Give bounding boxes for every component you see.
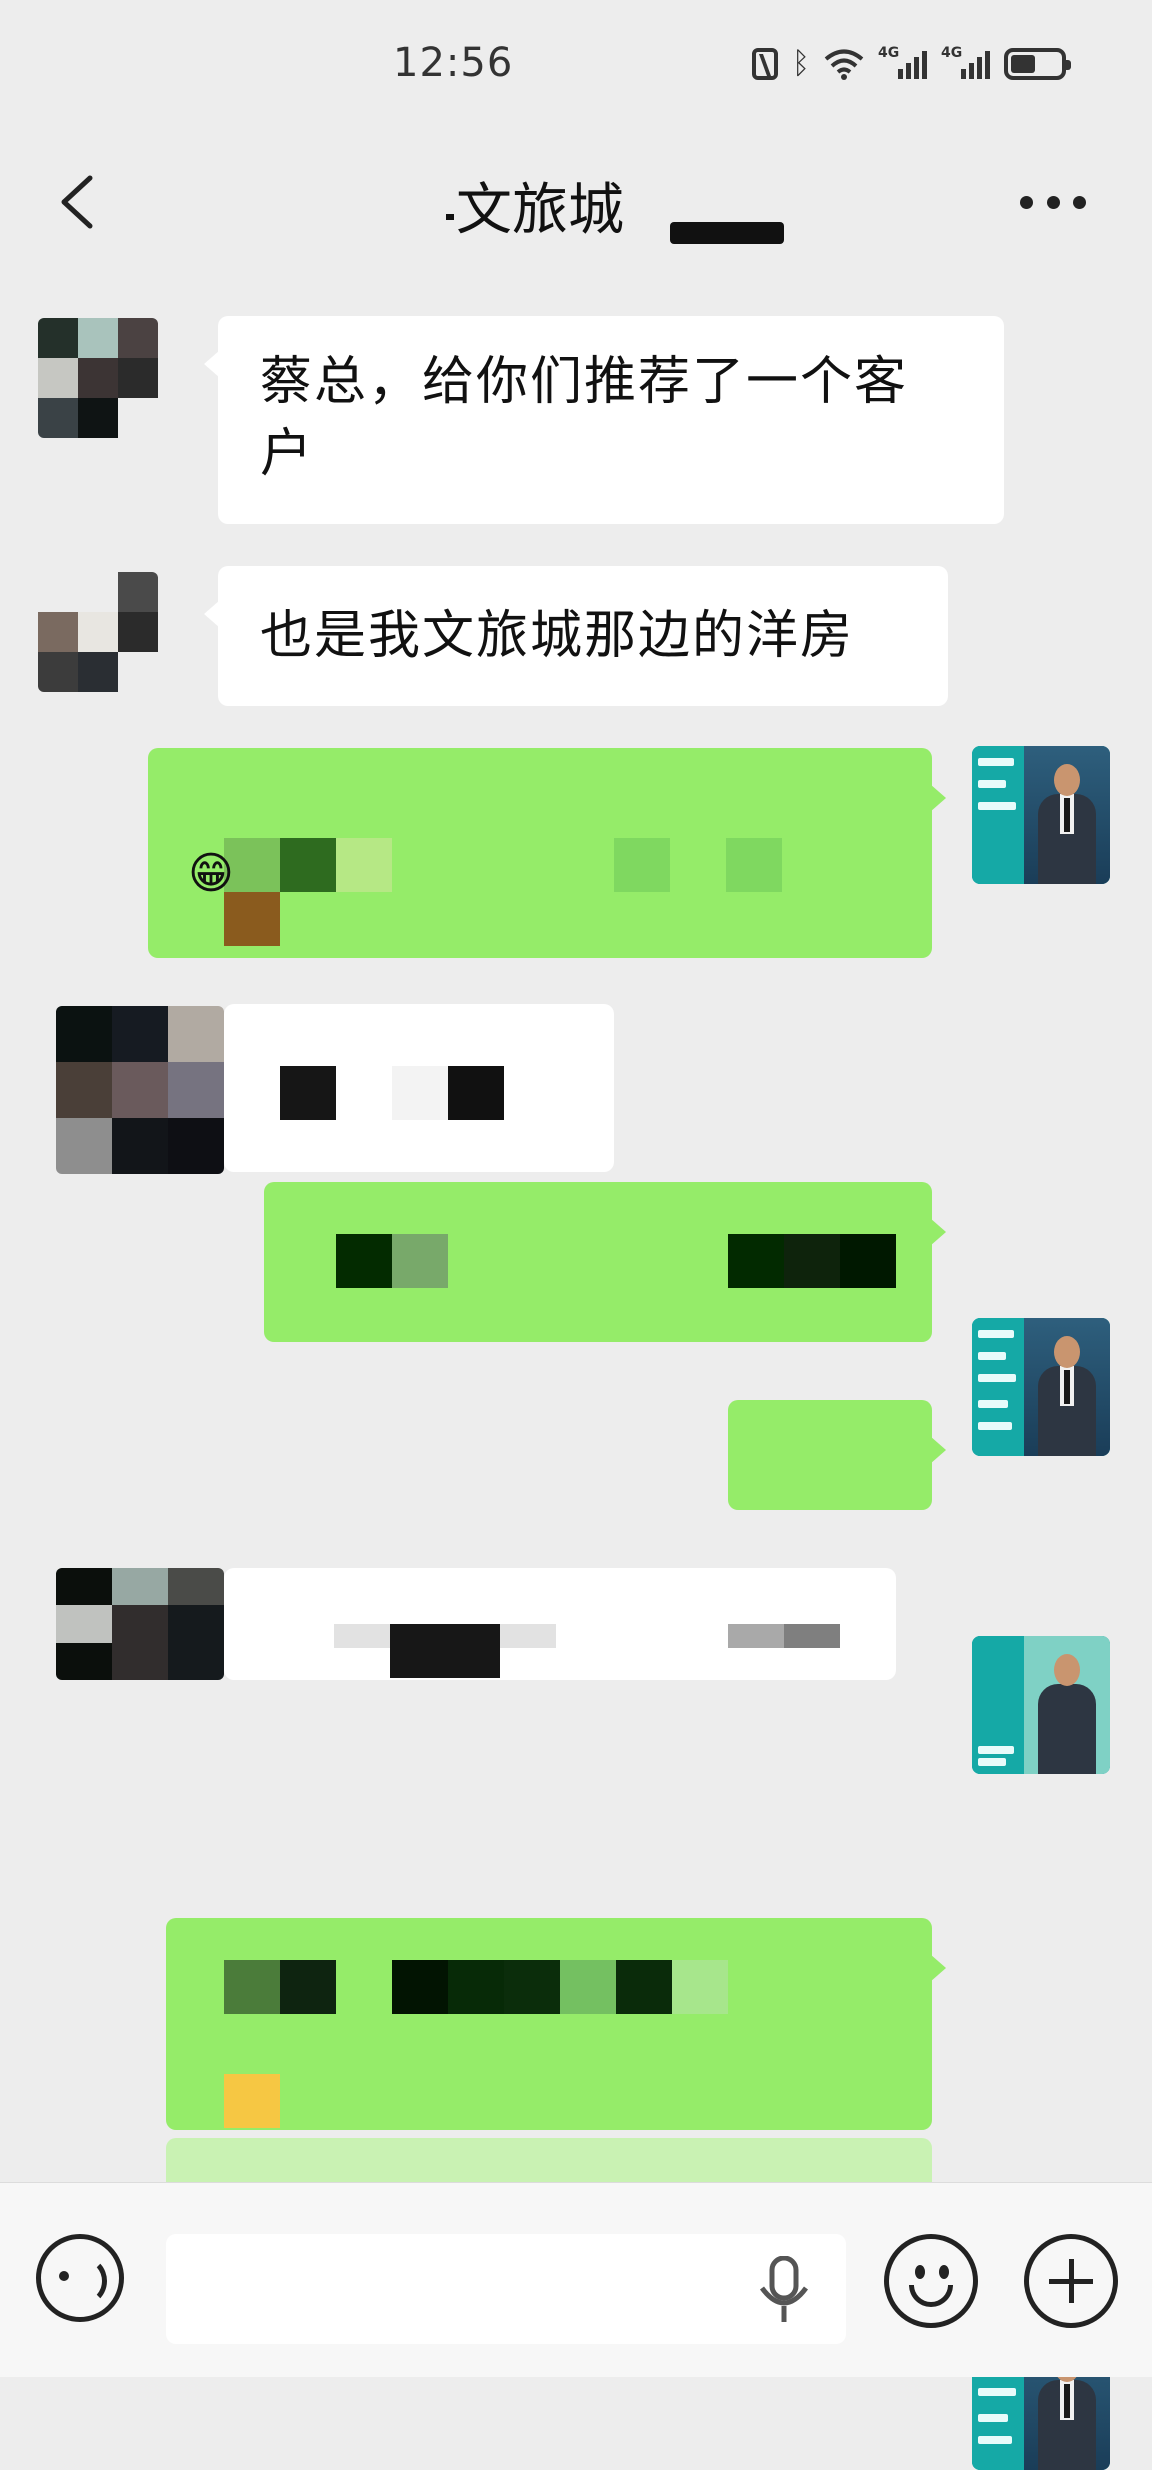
avatar[interactable] bbox=[972, 1318, 1110, 1456]
emoji: 😁 bbox=[188, 848, 234, 899]
message-bubble[interactable] bbox=[166, 1918, 946, 2130]
avatar[interactable] bbox=[38, 572, 158, 692]
message-bubble[interactable] bbox=[728, 1400, 946, 1510]
avatar[interactable] bbox=[56, 1568, 224, 1680]
message-bubble[interactable]: 也是我文旅城那边的洋房 bbox=[204, 566, 948, 706]
title-redaction bbox=[670, 222, 784, 244]
message-bubble[interactable] bbox=[224, 1004, 614, 1172]
message-input[interactable] bbox=[166, 2234, 846, 2344]
message-bubble[interactable]: 蔡总，给你们推荐了一个客 户 bbox=[204, 316, 1004, 524]
wifi-icon bbox=[824, 49, 864, 80]
message-text: 也是我文旅城那边的洋房 bbox=[260, 606, 855, 666]
network-label: 4G bbox=[878, 45, 900, 61]
chat-title: 文旅城 bbox=[456, 178, 624, 243]
avatar[interactable] bbox=[972, 1636, 1110, 1774]
bluetooth-icon: ᛒ bbox=[792, 46, 810, 81]
chevron-left-icon[interactable] bbox=[56, 174, 100, 230]
emoji-icon[interactable] bbox=[884, 2234, 978, 2328]
battery-icon bbox=[1004, 48, 1071, 80]
status-time: 12:56 bbox=[393, 40, 514, 86]
message-text-line: 户 bbox=[260, 424, 315, 484]
nfc-icon bbox=[752, 48, 778, 80]
message-bubble[interactable] bbox=[224, 1568, 896, 1680]
mic-icon[interactable] bbox=[756, 2256, 812, 2326]
plus-icon[interactable] bbox=[1024, 2234, 1118, 2328]
avatar[interactable] bbox=[56, 1006, 224, 1174]
network-label: 4G bbox=[941, 45, 963, 61]
voice-icon[interactable] bbox=[36, 2234, 124, 2322]
avatar[interactable] bbox=[972, 746, 1110, 884]
message-bubble-partial bbox=[166, 2138, 932, 2182]
message-bubble[interactable]: 😁 bbox=[148, 748, 946, 958]
more-dots-icon[interactable] bbox=[1020, 196, 1086, 212]
title-redaction-mark bbox=[446, 214, 454, 220]
signal-icon: 4G bbox=[878, 45, 927, 79]
message-text-line: 蔡总，给你们推荐了一个客 bbox=[260, 352, 909, 412]
signal-icon: 4G bbox=[941, 45, 990, 79]
status-icons: ᛒ 4G 4G bbox=[752, 44, 1071, 84]
avatar[interactable] bbox=[38, 318, 158, 438]
message-bubble[interactable] bbox=[264, 1182, 946, 1342]
